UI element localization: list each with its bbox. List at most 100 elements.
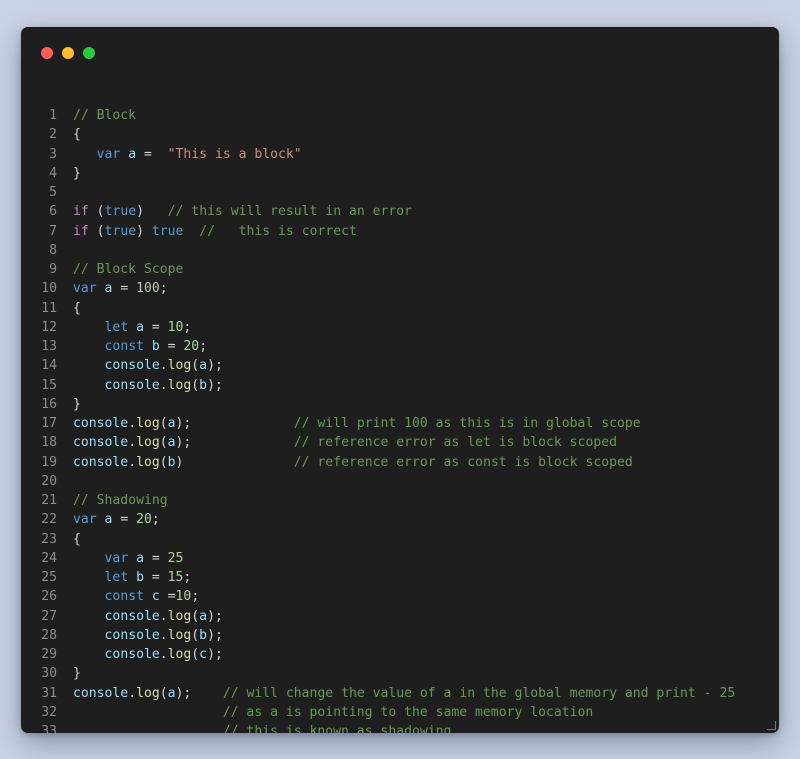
code-text: console.log(b); [73, 376, 223, 395]
code-token: console [104, 377, 160, 393]
code-token: a [167, 416, 176, 431]
code-token: { [73, 531, 81, 547]
line-number: 1 [49, 108, 57, 123]
code-token: = [112, 512, 137, 528]
code-token: log [136, 416, 160, 431]
code-token: true [104, 223, 137, 239]
code-token: log [136, 435, 160, 451]
code-text: console.log(a); [73, 607, 223, 626]
code-line: 11 { [21, 299, 779, 318]
code-text: const c =10; [73, 587, 200, 606]
resize-handle-icon[interactable] [767, 721, 776, 730]
code-token: ; [159, 281, 168, 297]
code-line: 32 // as a is pointing to the same memor… [21, 703, 779, 722]
code-token: ); [207, 377, 223, 393]
code-line: 24 var a = 25 [21, 549, 779, 568]
code-line: 20 [21, 472, 779, 491]
code-token: // will print 100 as this is in global s… [293, 416, 641, 431]
code-token: var [73, 512, 97, 528]
line-number: 6 [49, 204, 57, 220]
code-line: 33 // this is known as shadowing. [21, 722, 779, 733]
code-token: ; [183, 319, 192, 335]
code-token: ( [159, 416, 168, 431]
code-token: if [73, 223, 89, 239]
code-token: // Shadowing [73, 493, 168, 508]
code-line: 28 console.log(b); [21, 626, 779, 645]
line-number: 18 [41, 435, 57, 451]
code-token: ); [175, 435, 294, 451]
code-token: 10 [175, 589, 192, 605]
code-line: 10 var a = 100; [21, 279, 779, 298]
code-token: . [159, 627, 168, 643]
line-number: 10 [41, 281, 57, 297]
code-token: . [128, 416, 137, 431]
code-token: ); [207, 608, 223, 624]
code-block[interactable]: 1// Block 2{3 var a = "This is a block" 4}… [21, 106, 779, 733]
code-token: 20 [136, 512, 152, 528]
code-token: = [136, 146, 168, 162]
code-token: log [136, 685, 160, 701]
line-number: 4 [49, 165, 57, 181]
code-line: 13 const b = 20; [21, 337, 779, 356]
code-token: let [104, 319, 129, 335]
code-token: . [159, 608, 168, 624]
line-number: 28 [41, 627, 57, 643]
code-token: = [143, 570, 168, 585]
code-token: // reference error as const is block sco… [293, 454, 633, 470]
code-line: 29 console.log(c); [21, 645, 779, 664]
line-number: 31 [41, 685, 57, 701]
code-text: console.log(b) // reference error as con… [73, 453, 633, 472]
code-token: ; [199, 339, 208, 354]
code-text: console.log(a); // reference error as le… [73, 433, 617, 452]
line-number: 3 [49, 146, 57, 162]
code-token: ( [191, 608, 200, 624]
line-number: 11 [41, 300, 57, 316]
line-number: 27 [41, 608, 57, 624]
code-text: // as a is pointing to the same memory l… [73, 703, 594, 722]
code-text: { [73, 125, 81, 144]
code-token: a [128, 146, 137, 162]
code-token: // this is correct [199, 223, 357, 239]
code-text: { [73, 530, 81, 549]
code-text: if (true) // this will result in an erro… [73, 202, 412, 221]
code-text: } [73, 664, 81, 683]
line-number: 29 [41, 647, 57, 662]
code-token: a [136, 319, 144, 335]
code-token: var [73, 281, 97, 297]
code-token: b [167, 454, 176, 470]
close-window-button[interactable] [41, 47, 53, 59]
code-token: console [73, 435, 129, 451]
line-number: 20 [41, 473, 57, 489]
code-token: . [128, 435, 137, 451]
code-token: var [96, 146, 121, 162]
code-token: if [73, 204, 89, 220]
code-token: ( [159, 454, 168, 470]
code-token: "This is a block" [167, 146, 302, 162]
line-number: 12 [41, 319, 57, 335]
code-line: 22 var a = 20; [21, 510, 779, 529]
code-token: ; [191, 589, 200, 605]
code-text: // this is known as shadowing. [73, 722, 460, 733]
code-token: ) [136, 204, 168, 220]
line-number: 5 [49, 185, 57, 200]
code-line: 31 console.log(a); // will change the val… [21, 684, 779, 703]
minimize-window-button[interactable] [62, 47, 74, 59]
code-line: 1 // Block [21, 106, 779, 125]
line-number: 23 [41, 531, 57, 547]
code-token: 100 [136, 281, 160, 297]
code-token: ( [159, 685, 168, 701]
code-line: 4} [21, 164, 779, 183]
code-text: if (true) true // this is correct [73, 222, 357, 241]
code-line: 5 [21, 183, 779, 202]
code-token: a [167, 435, 176, 451]
code-token: ) [175, 454, 294, 470]
code-text: var a = "This is a block" [73, 145, 302, 164]
code-token: console [104, 647, 160, 662]
code-token: true [104, 204, 137, 220]
code-line: 12 let a = 10; [21, 318, 779, 337]
zoom-window-button[interactable] [83, 47, 95, 59]
